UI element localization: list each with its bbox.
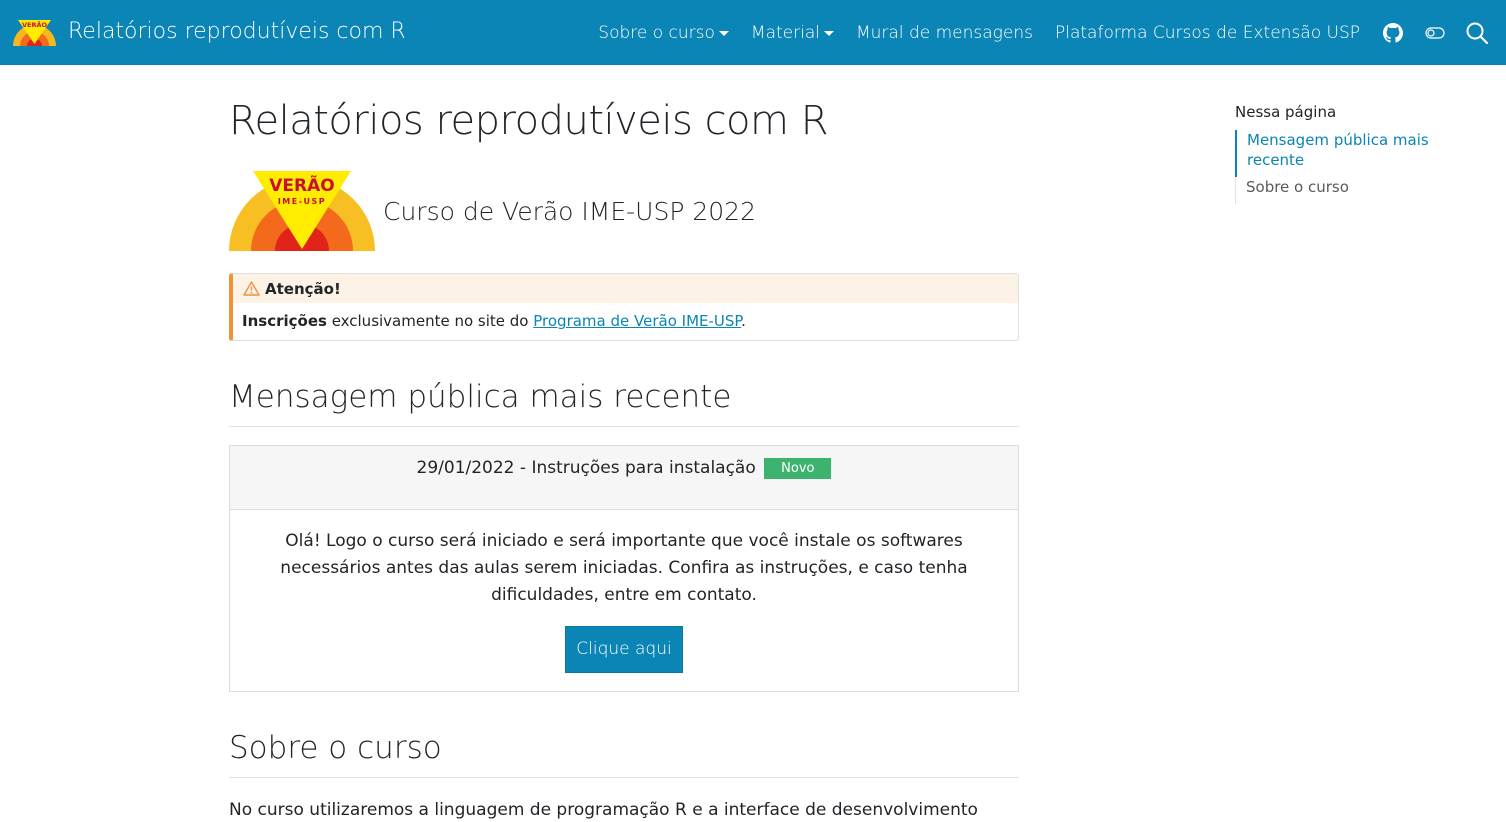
nav-mural-de-mensagens[interactable]: Mural de mensagens [856,23,1033,43]
warning-callout: Atenção! Inscrições exclusivamente no si… [229,273,1019,341]
nav-material-dropdown[interactable]: Material [751,23,834,43]
search-icon[interactable] [1466,22,1488,44]
site-title: Relatórios reprodutíveis com R [68,18,406,44]
section-heading-sobre: Sobre o curso [229,728,1019,778]
new-badge: Novo [764,458,832,479]
course-subtitle: Curso de Verão IME-USP 2022 [383,196,756,226]
nav-menu: Sobre o curso Material Mural de mensagen… [598,0,1506,65]
nav-item-label: Material [750,22,820,43]
brand-home-link[interactable]: VERÃO Relatórios reprodutíveis com R [12,16,406,46]
nav-item-label: Mural de mensagens [855,22,1033,43]
hero-banner: VERÃO IME-USP Curso de Verão IME-USP 202… [229,171,1019,251]
message-card-header: 29/01/2022 - Instruções para instalação … [230,446,1018,510]
top-navbar: VERÃO Relatórios reprodutíveis com R Sob… [0,0,1506,65]
message-text: Olá! Logo o curso será iniciado e será i… [280,531,968,605]
message-card-body: Olá! Logo o curso será iniciado e será i… [230,510,1018,691]
callout-title: Atenção! [265,279,341,298]
nav-item-label: Sobre o curso [598,22,715,43]
toc-item-sobre[interactable]: Sobre o curso [1236,177,1475,204]
page-title: Relatórios reprodutíveis com R [229,98,829,144]
message-title: 29/01/2022 - Instruções para instalação [416,458,756,478]
toc-list: Mensagem pública mais recente Sobre o cu… [1235,130,1475,204]
callout-end: . [741,312,746,330]
callout-header: Atenção! [233,274,1018,303]
message-card: 29/01/2022 - Instruções para instalação … [229,445,1019,692]
nav-item-label: Plataforma Cursos de Extensão USP [1054,22,1360,43]
svg-text:IME-USP: IME-USP [278,197,326,206]
toggle-icon[interactable] [1424,22,1446,44]
intro-paragraph: No curso utilizaremos a linguagem de pro… [229,800,978,820]
callout-bold-text: Inscrições [242,312,327,330]
svg-text:VERÃO: VERÃO [22,20,48,29]
chevron-down-icon [718,31,729,36]
verao-logo-icon: VERÃO [13,20,56,46]
toc-item-mensagem[interactable]: Mensagem pública mais recente [1235,130,1475,177]
verao-ime-usp-logo: VERÃO IME-USP [229,171,375,251]
callout-body: Inscrições exclusivamente no site do Pro… [233,303,1018,340]
table-of-contents: Nessa página Mensagem pública mais recen… [1235,103,1475,204]
programa-verao-link[interactable]: Programa de Verão IME-USP [533,312,741,330]
section-heading-mensagem: Mensagem pública mais recente [229,377,1019,427]
clique-aqui-button[interactable]: Clique aqui [565,626,683,673]
main-content: Relatórios reprodutíveis com R VERÃO IME… [229,65,1019,822]
svg-text:VERÃO: VERÃO [269,173,334,196]
chevron-down-icon [823,31,834,36]
warning-triangle-icon [243,281,260,296]
nav-plataforma-cursos[interactable]: Plataforma Cursos de Extensão USP [1055,23,1360,43]
callout-text: exclusivamente no site do [326,312,534,330]
github-icon[interactable] [1382,22,1404,44]
nav-sobre-o-curso-dropdown[interactable]: Sobre o curso [598,23,729,43]
toc-title: Nessa página [1235,103,1337,121]
